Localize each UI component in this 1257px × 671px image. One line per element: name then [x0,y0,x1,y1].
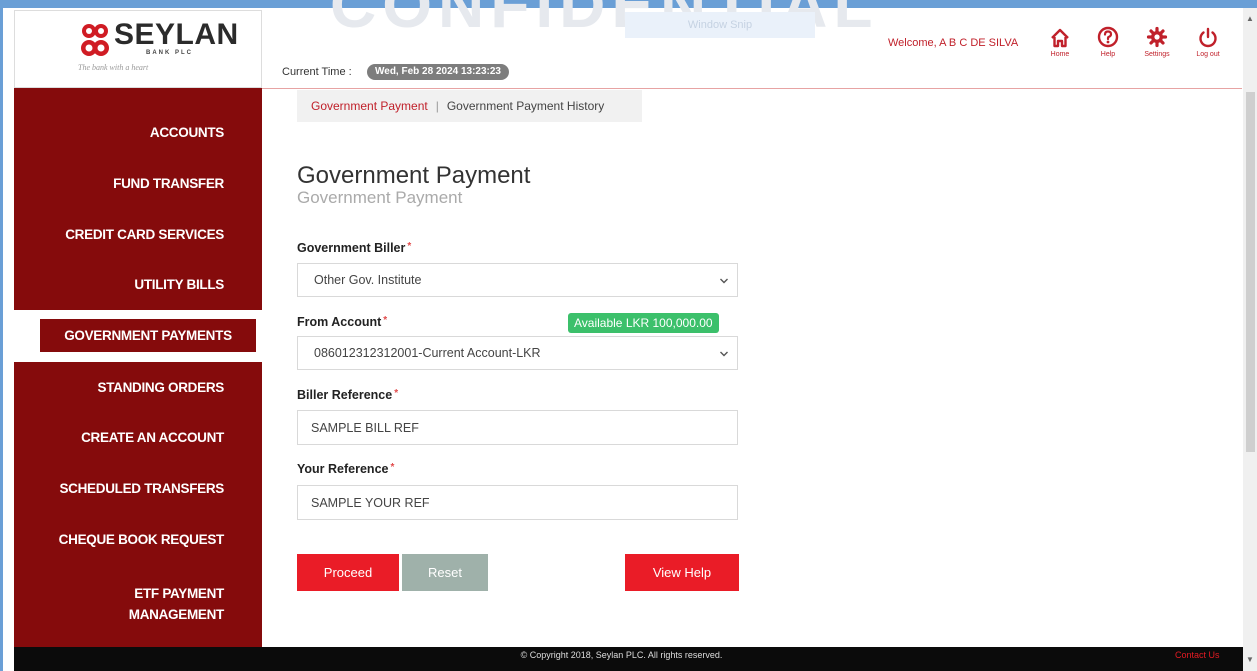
breadcrumb-separator: | [435,99,439,113]
help-icon [1097,26,1119,48]
home-button[interactable]: Home [1046,25,1074,58]
sidebar-item-create-account[interactable]: CREATE AN ACCOUNT [14,430,262,445]
available-balance-badge: Available LKR 100,000.00 [568,313,719,333]
logout-button[interactable]: Log out [1190,25,1226,58]
contact-us-link[interactable]: Contact Us [1175,650,1220,660]
home-icon [1051,28,1069,48]
brand-tagline: The bank with a heart [78,63,149,72]
proceed-button[interactable]: Proceed [297,554,399,591]
breadcrumb-payment-history[interactable]: Government Payment History [447,99,604,113]
sidebar-item-accounts[interactable]: ACCOUNTS [14,125,262,140]
scrollbar-thumb[interactable] [1246,92,1255,452]
sidebar-item-label-line2: MANAGEMENT [128,607,225,622]
settings-label: Settings [1144,51,1170,58]
government-biller-label: Government Biller * [297,241,411,255]
biller-reference-value: SAMPLE BILL REF [311,420,419,435]
window-frame-left [0,0,3,671]
sidebar-item-label: GOVERNMENT PAYMENTS [40,319,256,352]
chevron-down-icon [720,351,728,357]
breadcrumb: Government Payment | Government Payment … [297,90,642,122]
government-biller-label-text: Government Biller [297,241,406,255]
current-time-label: Current Time : [282,66,352,78]
your-reference-label-text: Your Reference [297,462,389,476]
current-time-value: Wed, Feb 28 2024 13:23:23 [367,64,509,80]
sidebar-item-label-line1: ETF PAYMENT [134,586,224,601]
sidebar-item-etf-payment-management[interactable]: ETF PAYMENT MANAGEMENT [14,583,262,625]
view-help-button[interactable]: View Help [625,554,739,591]
sidebar [14,88,262,648]
welcome-text: Welcome, A B C DE SILVA [888,37,1019,49]
scroll-up-icon[interactable]: ▲ [1246,14,1254,23]
required-asterisk: * [390,462,395,473]
required-asterisk: * [383,315,388,326]
your-reference-value: SAMPLE YOUR REF [311,495,430,510]
required-asterisk: * [394,388,399,399]
sidebar-item-credit-card-services[interactable]: CREDIT CARD SERVICES [14,227,262,242]
your-reference-label: Your Reference * [297,462,394,476]
brand-sub: BANK PLC [146,50,193,56]
copyright-text: © Copyright 2018, Seylan PLC. All rights… [520,650,723,660]
settings-button[interactable]: Settings [1136,25,1178,58]
page-title: Government Payment [297,162,531,189]
gear-icon [1146,26,1168,48]
help-button[interactable]: Help [1094,25,1122,58]
logout-label: Log out [1196,51,1220,58]
from-account-select[interactable]: 086012312312001-Current Account-LKR [297,336,738,370]
power-icon [1199,27,1217,48]
from-account-label: From Account * [297,315,387,329]
help-label: Help [1100,51,1116,58]
page-subtitle: Government Payment [297,188,463,207]
seylan-logo-icon [81,24,109,56]
breadcrumb-government-payment[interactable]: Government Payment [311,99,428,113]
required-asterisk: * [407,241,412,252]
from-account-label-text: From Account [297,315,382,329]
biller-reference-input[interactable]: SAMPLE BILL REF [297,410,738,445]
from-account-value: 086012312312001-Current Account-LKR [314,346,541,360]
government-biller-select[interactable]: Other Gov. Institute [297,263,738,297]
biller-reference-label: Biller Reference * [297,388,398,402]
reset-button[interactable]: Reset [402,554,488,591]
window-snip-overlay: Window Snip [625,12,815,38]
sidebar-item-standing-orders[interactable]: STANDING ORDERS [14,380,262,395]
scroll-down-icon[interactable]: ▼ [1246,655,1254,664]
your-reference-input[interactable]: SAMPLE YOUR REF [297,485,738,520]
sidebar-item-cheque-book-request[interactable]: CHEQUE BOOK REQUEST [14,532,262,547]
sidebar-item-scheduled-transfers[interactable]: SCHEDULED TRANSFERS [14,481,262,496]
brand-name: SEYLAN [114,18,239,51]
sidebar-item-utility-bills[interactable]: UTILITY BILLS [14,277,262,292]
government-biller-value: Other Gov. Institute [314,273,422,287]
sidebar-item-fund-transfer[interactable]: FUND TRANSFER [14,176,262,191]
chevron-down-icon [720,278,728,284]
sidebar-item-government-payments[interactable]: GOVERNMENT PAYMENTS [14,310,262,362]
header-divider [262,88,1242,89]
biller-reference-label-text: Biller Reference [297,388,393,402]
home-label: Home [1050,51,1070,58]
